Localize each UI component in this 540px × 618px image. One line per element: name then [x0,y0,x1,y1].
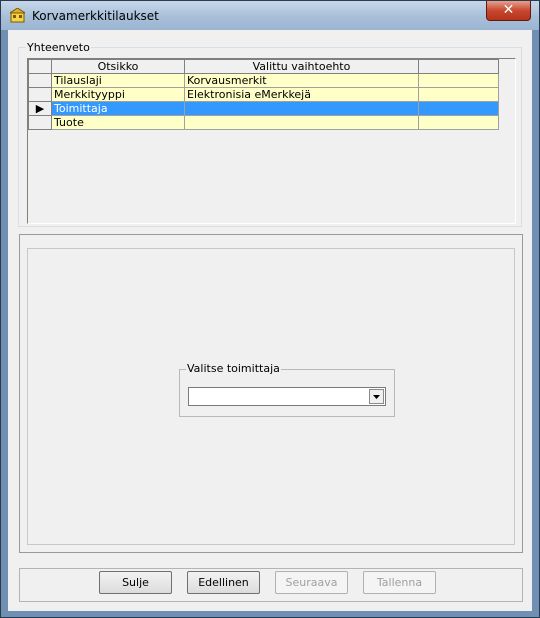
table-cell-value[interactable]: Korvausmerkit [184,73,419,88]
summary-grid: Otsikko Valittu vaihtoehto Tilauslaji Ko… [27,58,516,224]
button-bar [19,568,523,602]
dropdown-button[interactable] [369,389,384,404]
table-row[interactable]: Tuote [28,115,499,130]
column-header-value[interactable]: Valittu vaihtoehto [184,59,419,74]
supplier-select[interactable] [188,387,386,406]
close-button[interactable]: Sulje [99,571,172,594]
table-cell-value[interactable] [184,101,419,116]
table-cell-title[interactable]: Toimittaja [51,101,185,116]
summary-header-row: Otsikko Valittu vaihtoehto [28,59,499,74]
table-row[interactable]: Merkkityyppi Elektronisia eMerkkejä [28,87,499,102]
previous-button[interactable]: Edellinen [187,571,260,594]
table-cell-extra[interactable] [418,101,499,116]
table-row-selected[interactable]: ▶ Toimittaja [28,101,499,116]
table-cell-title[interactable]: Tilauslaji [51,73,185,88]
supplier-group-legend: Valitse toimittaja [186,362,281,375]
column-header-extra[interactable] [418,59,499,74]
next-button[interactable]: Seuraava [275,571,348,594]
summary-group-legend: Yhteenveto [26,41,91,54]
table-cell-extra[interactable] [418,73,499,88]
save-button[interactable]: Tallenna [363,571,436,594]
table-cell-title[interactable]: Tuote [51,115,185,130]
row-header-corner [28,59,52,74]
table-row[interactable]: Tilauslaji Korvausmerkit [28,73,499,88]
row-indicator[interactable] [28,115,52,130]
table-cell-extra[interactable] [418,115,499,130]
close-window-button[interactable]: ✕ [486,1,531,21]
table-cell-extra[interactable] [418,87,499,102]
table-cell-value[interactable]: Elektronisia eMerkkejä [184,87,419,102]
title-bar[interactable]: Korvamerkkitilaukset ✕ [1,1,539,30]
close-icon: ✕ [502,2,515,18]
table-cell-title[interactable]: Merkkityyppi [51,87,185,102]
row-indicator[interactable] [28,73,52,88]
app-icon [10,8,25,23]
current-row-arrow-icon[interactable]: ▶ [28,101,52,116]
row-indicator[interactable] [28,87,52,102]
table-cell-value[interactable] [184,115,419,130]
column-header-title[interactable]: Otsikko [51,59,185,74]
window-title: Korvamerkkitilaukset [32,9,159,23]
app-window: Korvamerkkitilaukset ✕ Yhteenveto Otsikk… [0,0,540,618]
summary-table: Otsikko Valittu vaihtoehto Tilauslaji Ko… [28,59,499,130]
chevron-down-icon [373,395,380,399]
